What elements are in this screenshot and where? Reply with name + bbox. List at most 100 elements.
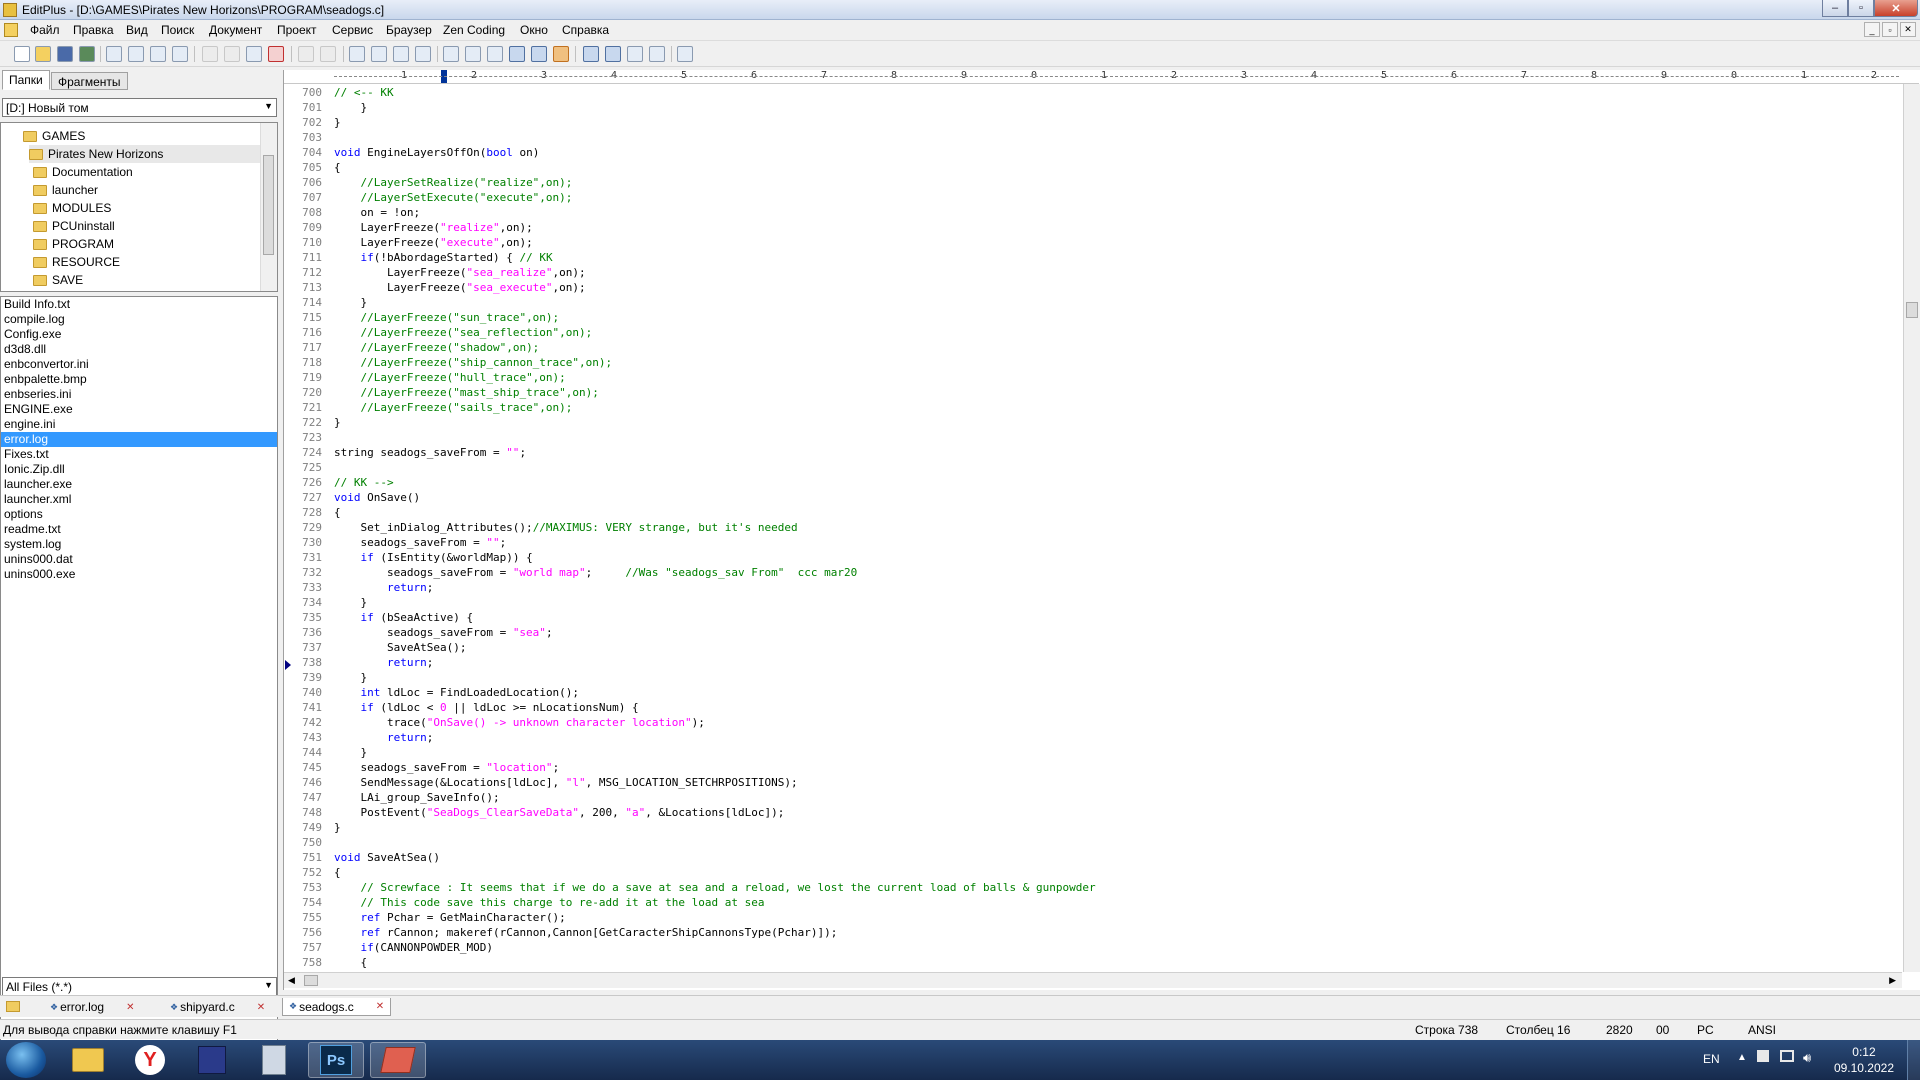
code-line[interactable]: 745 seadogs_saveFrom = "location"; [284,760,559,775]
editor-horizontal-scrollbar[interactable]: ◀ ▶ [284,972,1902,988]
code-line[interactable]: 716 //LayerFreeze("sea_reflection",on); [284,325,592,340]
mdi-restore-button[interactable]: ▫ [1882,22,1898,37]
file-list-item[interactable]: error.log [1,432,277,447]
scrollbar-thumb[interactable] [1906,302,1918,318]
minimize-button[interactable]: – [1822,0,1848,17]
code-line[interactable]: 700 // <-- KK [284,85,393,100]
output-window-icon[interactable] [605,46,621,62]
code-line[interactable]: 739 } [284,670,367,685]
code-line[interactable]: 741 if (ldLoc < 0 || ldLoc >= nLocations… [284,700,639,715]
tree-item-modules[interactable]: MODULES [33,199,111,217]
doc-tab-seadogs-c[interactable]: ❖ seadogs.c ✕ [282,998,392,1016]
drive-select[interactable]: [D:] Новый том ▼ [2,98,277,117]
photoshop-icon[interactable]: Ps [308,1042,364,1078]
new-file-icon[interactable] [14,46,30,62]
code-line[interactable]: 725 [284,460,322,475]
file-list-item[interactable]: compile.log [1,312,277,327]
help-icon[interactable] [677,46,693,62]
word-wrap-icon[interactable] [487,46,503,62]
floppy-save-icon[interactable] [184,1042,240,1078]
code-line[interactable]: 743 return; [284,730,433,745]
code-line[interactable]: 723 [284,430,322,445]
tree-item-games[interactable]: GAMES [23,127,85,145]
file-list-item[interactable]: unins000.dat [1,552,277,567]
open-folder-icon[interactable] [35,46,51,62]
code-line[interactable]: 719 //LayerFreeze("hull_trace",on); [284,370,566,385]
code-line[interactable]: 756 ref rCannon; makeref(rCannon,Cannon[… [284,925,837,940]
menu-project[interactable]: Проект [277,23,317,37]
menu-edit[interactable]: Правка [73,23,114,37]
code-line[interactable]: 757 if(CANNONPOWDER_MOD) [284,940,493,955]
tree-item-program[interactable]: PROGRAM [33,235,114,253]
scroll-right-icon[interactable]: ▶ [1889,975,1896,986]
scroll-left-icon[interactable]: ◀ [288,975,295,986]
code-line[interactable]: 711 if(!bAbordageStarted) { // KK [284,250,552,265]
font-icon[interactable] [443,46,459,62]
file-list-item[interactable]: enbconvertor.ini [1,357,277,372]
code-line[interactable]: 720 //LayerFreeze("mast_ship_trace",on); [284,385,599,400]
print-preview-icon[interactable] [106,46,122,62]
ruler-icon[interactable] [509,46,525,62]
menu-view[interactable]: Вид [126,23,148,37]
code-line[interactable]: 750 [284,835,322,850]
code-line[interactable]: 717 //LayerFreeze("shadow",on); [284,340,539,355]
code-area[interactable]: 700// <-- KK 701 } 702} 703 704 void EngineLa… [284,85,1904,971]
code-line[interactable]: 705 { [284,160,341,175]
file-list-item[interactable]: unins000.exe [1,567,277,582]
code-line[interactable]: 749} [284,820,341,835]
menu-file[interactable]: Файл [30,23,60,37]
code-line[interactable]: 748 PostEvent("SeaDogs_ClearSaveData", 2… [284,805,784,820]
save-icon[interactable] [57,46,73,62]
close-icon[interactable]: ✕ [376,1001,384,1012]
undo-icon[interactable] [298,46,314,62]
start-button[interactable] [6,1042,46,1078]
file-list-item[interactable]: launcher.xml [1,492,277,507]
code-line[interactable]: 732 seadogs_saveFrom = "world map"; //Wa… [284,565,857,580]
code-line[interactable]: 752 { [284,865,341,880]
tree-item-pirates-new-horizons[interactable]: Pirates New Horizons [29,145,261,163]
yandex-browser-icon[interactable]: Y [122,1042,178,1078]
mdi-close-button[interactable]: ✕ [1900,22,1916,37]
fullscreen-icon[interactable] [649,46,665,62]
file-list-item[interactable]: system.log [1,537,277,552]
file-filter-select[interactable]: All Files (*.*) ▼ [2,977,277,996]
tree-item-documentation[interactable]: Documentation [33,163,133,181]
hex-icon[interactable] [465,46,481,62]
code-line[interactable]: 727 void OnSave() [284,490,420,505]
close-icon[interactable]: ✕ [257,1002,265,1013]
close-icon[interactable]: ✕ [126,1002,134,1013]
file-list-item[interactable]: Ionic.Zip.dll [1,462,277,477]
goto-icon[interactable] [415,46,431,62]
code-line[interactable]: 702} [284,115,341,130]
calculator-icon[interactable] [246,1042,302,1078]
code-line[interactable]: 753 // Screwface : It seems that if we d… [284,880,1095,895]
code-line[interactable]: 710 LayerFreeze("execute",on); [284,235,533,250]
delete-icon[interactable] [268,46,284,62]
doc-tab-error-log[interactable]: ❖ error.log ✕ [44,998,141,1016]
folder-icon[interactable] [6,1001,20,1012]
code-line[interactable]: 707 //LayerSetExecute("execute",on); [284,190,572,205]
find-icon[interactable] [349,46,365,62]
code-line[interactable]: 734 } [284,595,367,610]
file-list-item[interactable]: readme.txt [1,522,277,537]
code-line[interactable]: 759 int fireGunpowder = 0; [284,970,322,971]
explorer-icon[interactable] [60,1042,116,1078]
cliptext-icon[interactable] [627,46,643,62]
file-list-item[interactable]: enbseries.ini [1,387,277,402]
action-center-flag-icon[interactable] [1757,1050,1771,1066]
copy-icon[interactable] [224,46,240,62]
tray-lang[interactable]: EN [1703,1052,1720,1068]
cut-icon[interactable] [202,46,218,62]
network-icon[interactable] [1780,1050,1794,1066]
file-list-item[interactable]: Fixes.txt [1,447,277,462]
print-icon[interactable] [128,46,144,62]
tree-item-pcuninstall[interactable]: PCUninstall [33,217,115,235]
scrollbar-thumb[interactable] [263,155,274,255]
code-line[interactable]: 733 return; [284,580,433,595]
line-numbers-icon[interactable] [531,46,547,62]
code-line[interactable]: 755 ref Pchar = GetMainCharacter(); [284,910,566,925]
code-line[interactable]: 724 string seadogs_saveFrom = ""; [284,445,526,460]
code-line[interactable]: 737 SaveAtSea(); [284,640,466,655]
file-list-item[interactable]: ENGINE.exe [1,402,277,417]
file-list-item[interactable]: d3d8.dll [1,342,277,357]
